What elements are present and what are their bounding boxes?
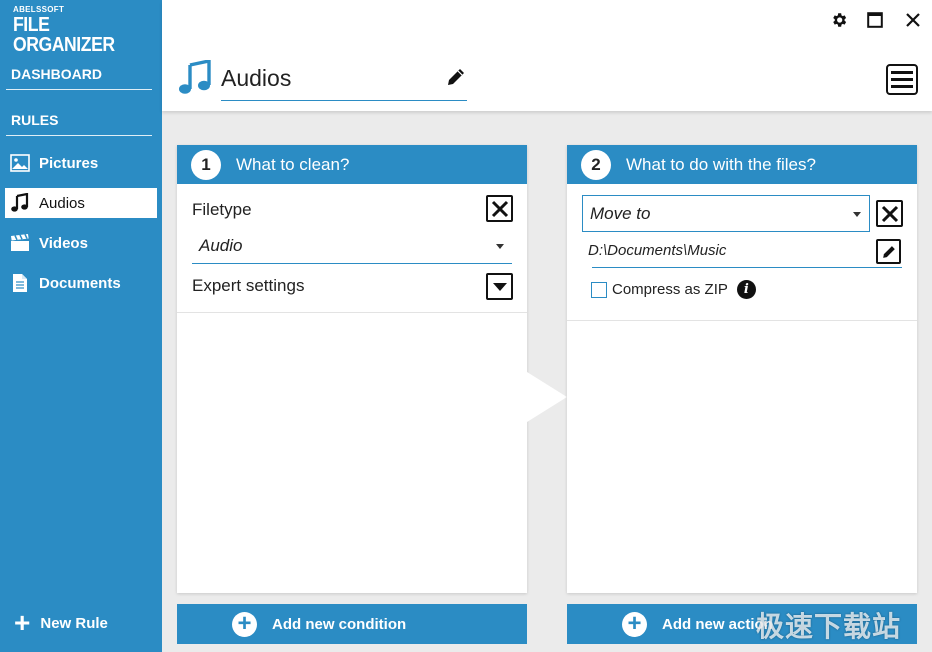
watermark: 极速下载站 (756, 610, 902, 643)
logo-product: FILE ORGANIZER (13, 14, 115, 56)
action-dropdown[interactable]: Move to (582, 195, 870, 232)
step-badge: 1 (191, 149, 221, 180)
action-panel: 2 What to do with the files? Move to D:\… (567, 145, 917, 593)
compress-zip-label: Compress as ZIP (612, 281, 728, 298)
condition-panel-header: 1 What to clean? (177, 145, 527, 184)
chevron-down-icon (853, 211, 861, 217)
new-rule-label: New Rule (40, 614, 108, 632)
sidebar-item-label: Documents (39, 274, 121, 292)
condition-panel-title: What to clean? (236, 154, 350, 174)
filetype-label: Filetype (192, 200, 252, 219)
divider (567, 320, 917, 321)
sidebar-item-label: Audios (39, 194, 85, 212)
filetype-dropdown[interactable]: Audio (192, 229, 512, 264)
expert-settings-toggle[interactable] (486, 273, 513, 300)
add-condition-button[interactable]: + Add new condition (177, 604, 527, 644)
destination-path-field[interactable]: D:\Documents\Music (588, 237, 902, 268)
info-icon[interactable]: i (736, 280, 756, 299)
close-icon[interactable] (902, 9, 924, 31)
action-value: Move to (590, 203, 651, 223)
clapperboard-icon (10, 233, 30, 253)
add-condition-label: Add new condition (272, 615, 407, 633)
sidebar-item-videos[interactable]: Videos (5, 228, 157, 258)
edit-path-pencil-icon[interactable] (876, 239, 901, 264)
nav-dashboard[interactable]: DASHBOARD (6, 66, 152, 90)
add-circle-icon: + (232, 611, 257, 637)
remove-condition-x-icon[interactable] (486, 195, 513, 222)
hamburger-menu-icon[interactable] (886, 64, 918, 95)
music-note-icon (178, 58, 212, 101)
sidebar-item-documents[interactable]: Documents (5, 268, 157, 298)
compress-zip-option[interactable]: Compress as ZIP i (591, 280, 756, 299)
sidebar-item-audios[interactable]: Audios (5, 188, 157, 218)
compress-zip-checkbox[interactable] (591, 281, 607, 298)
new-rule-button[interactable]: + New Rule (14, 607, 108, 638)
app-logo: ABELSSOFT FILE ORGANIZER (13, 5, 162, 56)
plus-icon: + (14, 607, 31, 638)
destination-path: D:\Documents\Music (588, 242, 727, 259)
header: Audios (162, 0, 932, 111)
remove-action-x-icon[interactable] (876, 200, 903, 227)
divider (177, 312, 527, 313)
sidebar: ABELSSOFT FILE ORGANIZER DASHBOARD RULES… (0, 0, 162, 652)
nav-rules-heading: RULES (6, 112, 152, 136)
logo-brand: ABELSSOFT (13, 5, 65, 14)
sidebar-item-pictures[interactable]: Pictures (5, 148, 157, 178)
sidebar-item-label: Pictures (39, 154, 99, 172)
document-icon (10, 273, 30, 293)
action-panel-header: 2 What to do with the files? (567, 145, 917, 184)
flow-arrow (527, 372, 567, 422)
maximize-icon[interactable] (864, 9, 886, 31)
expert-settings-label: Expert settings (192, 276, 305, 295)
action-panel-title: What to do with the files? (626, 154, 816, 174)
condition-panel: 1 What to clean? Filetype Audio Expert s… (177, 145, 527, 593)
filetype-value: Audio (199, 236, 243, 255)
edit-title-pencil-icon[interactable] (445, 66, 467, 88)
add-circle-icon: + (622, 611, 647, 637)
page-title: Audios (221, 65, 292, 91)
step-badge: 2 (581, 149, 611, 180)
rule-title-field[interactable]: Audios (221, 62, 467, 101)
sidebar-item-label: Videos (39, 234, 88, 252)
picture-icon (10, 153, 30, 173)
chevron-down-icon (496, 244, 504, 249)
music-note-icon (10, 193, 30, 213)
settings-gear-icon[interactable] (828, 9, 850, 31)
